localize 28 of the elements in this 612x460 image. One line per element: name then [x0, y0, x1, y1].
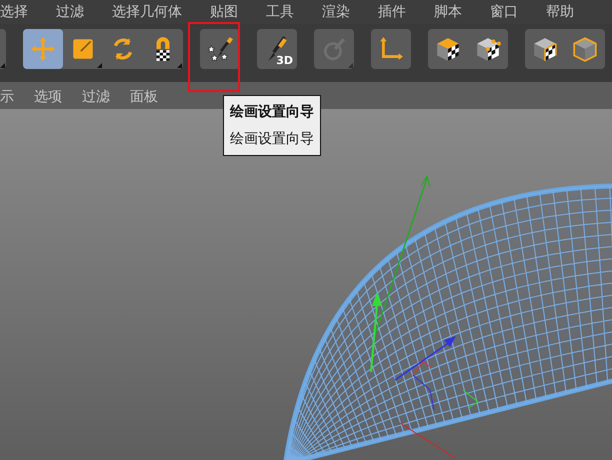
tool-button[interactable]: 3D [257, 29, 297, 69]
menu-item[interactable]: 贴图 [210, 0, 238, 24]
menu-item[interactable]: 插件 [378, 0, 406, 24]
menu-item[interactable]: 过滤 [82, 85, 110, 109]
move-arrows-icon [30, 36, 56, 62]
submenu-corner-icon [0, 63, 5, 68]
menu-item[interactable]: 窗口 [490, 0, 518, 24]
cube-edges-icon [532, 36, 558, 62]
menu-item[interactable]: 面板 [130, 85, 158, 109]
checker-cube-icon [435, 36, 461, 62]
submenu-corner-icon [177, 63, 182, 68]
tooltip-title: 绘画设置向导 [230, 103, 314, 122]
menu-item[interactable]: 选择几何体 [112, 0, 182, 24]
menu-item[interactable]: 脚本 [434, 0, 462, 24]
submenu-corner-icon [97, 63, 102, 68]
menu-item[interactable]: 工具 [266, 0, 294, 24]
menu-item[interactable]: 选项 [34, 85, 62, 109]
tooltip-text: 绘画设置向导 [230, 130, 314, 149]
menu-item[interactable]: 渲染 [322, 0, 350, 24]
menu-item[interactable]: 选择 [0, 0, 28, 24]
menu-item[interactable]: 帮助 [546, 0, 574, 24]
cube-outline-icon [572, 36, 598, 62]
menu-item[interactable]: 示 [0, 85, 14, 109]
submenu-corner-icon [348, 63, 353, 68]
menu-item[interactable]: 过滤 [56, 0, 84, 24]
axis-corner-icon [378, 36, 404, 62]
cube-points-icon [475, 36, 501, 62]
stars-brush-icon [207, 36, 233, 62]
